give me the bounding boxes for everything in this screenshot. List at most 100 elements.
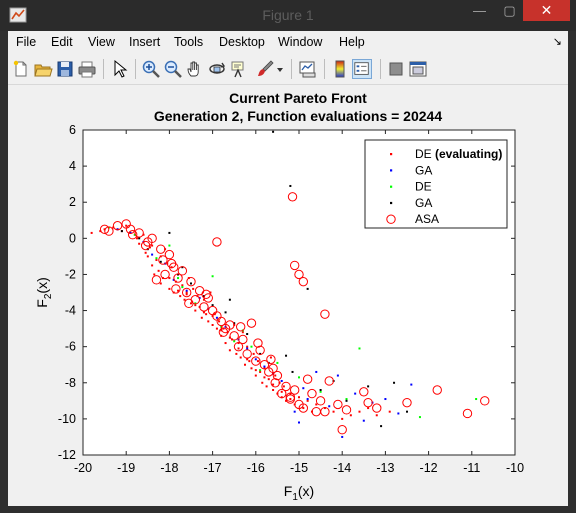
series-point: [298, 376, 300, 379]
series-point: [298, 396, 300, 399]
series-point: [215, 327, 218, 330]
series-point: [235, 352, 238, 355]
colorbar-icon[interactable]: [330, 59, 350, 79]
series-point: [250, 345, 253, 348]
series-point: [358, 347, 361, 350]
series-point: [276, 361, 279, 364]
series-point: [246, 347, 249, 350]
show-plot-tools-icon[interactable]: [408, 59, 428, 79]
rotate-3d-icon[interactable]: [207, 59, 227, 79]
series-point: [345, 398, 348, 401]
menu-insert[interactable]: Insert: [129, 31, 160, 54]
series-point: [341, 417, 344, 420]
legend-label: GA: [415, 163, 432, 177]
series-point: [410, 383, 413, 386]
legend-label: GA: [415, 196, 432, 210]
menu-file[interactable]: File: [16, 31, 36, 54]
series-point: [155, 257, 158, 260]
x-tick-label: -10: [506, 461, 524, 475]
print-icon[interactable]: [77, 59, 97, 79]
series-point: [263, 365, 266, 368]
y-axis-label: F2(x): [34, 277, 54, 307]
data-cursor-icon[interactable]: [229, 59, 249, 79]
series-point: [336, 374, 339, 377]
series-point: [256, 360, 259, 363]
menu-window[interactable]: Window: [278, 31, 322, 54]
toolbar-separator: [324, 59, 325, 79]
series-point: [259, 370, 262, 373]
plot-title: Current Pareto Front: [229, 90, 367, 106]
maximize-button[interactable]: ▢: [494, 0, 525, 22]
menu-desktop[interactable]: Desktop: [219, 31, 265, 54]
hide-plot-tools-icon[interactable]: [386, 59, 406, 79]
series-point: [367, 385, 370, 388]
x-tick-label: -20: [74, 461, 92, 475]
legend-label: ASA: [415, 212, 439, 226]
series-point: [306, 398, 309, 401]
series-point: [345, 399, 348, 402]
legend-icon[interactable]: [352, 59, 372, 79]
y-tick-label: 4: [69, 159, 76, 173]
series-point: [306, 287, 309, 290]
series-point: [298, 421, 300, 424]
series-point: [269, 356, 272, 359]
legend-label: DE: [415, 180, 432, 194]
series-point: [246, 345, 249, 348]
dock-figure-icon[interactable]: ↘: [553, 35, 562, 48]
x-tick-label: -18: [160, 461, 178, 475]
legend-marker: [390, 169, 393, 172]
series-point: [254, 358, 257, 361]
menu-bar: File Edit View Insert Tools Desktop Wind…: [8, 31, 568, 54]
series-point: [358, 410, 361, 413]
plot-subtitle: Generation 2, Function evaluations = 202…: [154, 108, 442, 124]
edit-plot-arrow-icon[interactable]: [109, 59, 129, 79]
series-point: [168, 287, 171, 290]
series-point: [380, 425, 383, 428]
series-point: [393, 381, 396, 384]
series-point: [185, 291, 188, 294]
series-point: [289, 184, 292, 187]
save-icon[interactable]: [55, 59, 75, 79]
toolbar-separator: [380, 59, 381, 79]
series-point: [192, 287, 195, 290]
brush-icon[interactable]: [255, 59, 275, 79]
link-plot-icon[interactable]: [298, 59, 318, 79]
series-point: [237, 347, 240, 350]
series-point: [349, 414, 352, 417]
series-point: [302, 387, 305, 390]
series-point: [362, 419, 365, 422]
pan-hand-icon[interactable]: [185, 59, 205, 79]
series-point: [90, 231, 93, 234]
series-point: [332, 410, 335, 413]
zoom-in-icon[interactable]: [141, 59, 161, 79]
figure-canvas: Current Pareto Front Generation 2, Funct…: [8, 85, 568, 506]
x-tick-label: -17: [204, 461, 222, 475]
series-point: [239, 356, 242, 359]
series-point: [475, 398, 478, 401]
legend-marker: [390, 153, 393, 156]
series-point: [367, 407, 370, 410]
zoom-out-icon[interactable]: [163, 59, 183, 79]
series-point: [224, 342, 227, 345]
legend[interactable]: DE (evaluating) GA DE GA ASA: [364, 139, 508, 229]
menu-help[interactable]: Help: [339, 31, 365, 54]
y-tick-label: -4: [65, 304, 76, 318]
menu-tools[interactable]: Tools: [174, 31, 203, 54]
brush-dropdown-icon[interactable]: [276, 59, 284, 79]
series-point: [211, 275, 214, 278]
menu-edit[interactable]: Edit: [51, 31, 73, 54]
series-point: [354, 392, 357, 395]
close-button[interactable]: ✕: [523, 0, 570, 21]
menu-view[interactable]: View: [88, 31, 115, 54]
series-point: [207, 320, 210, 323]
figure-window: Figure 1 — ▢ ✕ File Edit View Insert Too…: [0, 0, 576, 513]
series-point: [341, 435, 344, 438]
series-point: [194, 304, 197, 307]
open-file-icon[interactable]: [33, 59, 53, 79]
minimize-button[interactable]: —: [464, 0, 495, 22]
new-figure-icon[interactable]: [11, 59, 31, 79]
legend-marker: [390, 201, 393, 205]
pareto-plot[interactable]: Current Pareto Front Generation 2, Funct…: [8, 85, 568, 506]
x-tick-label: -16: [247, 461, 265, 475]
series-point: [246, 358, 249, 361]
